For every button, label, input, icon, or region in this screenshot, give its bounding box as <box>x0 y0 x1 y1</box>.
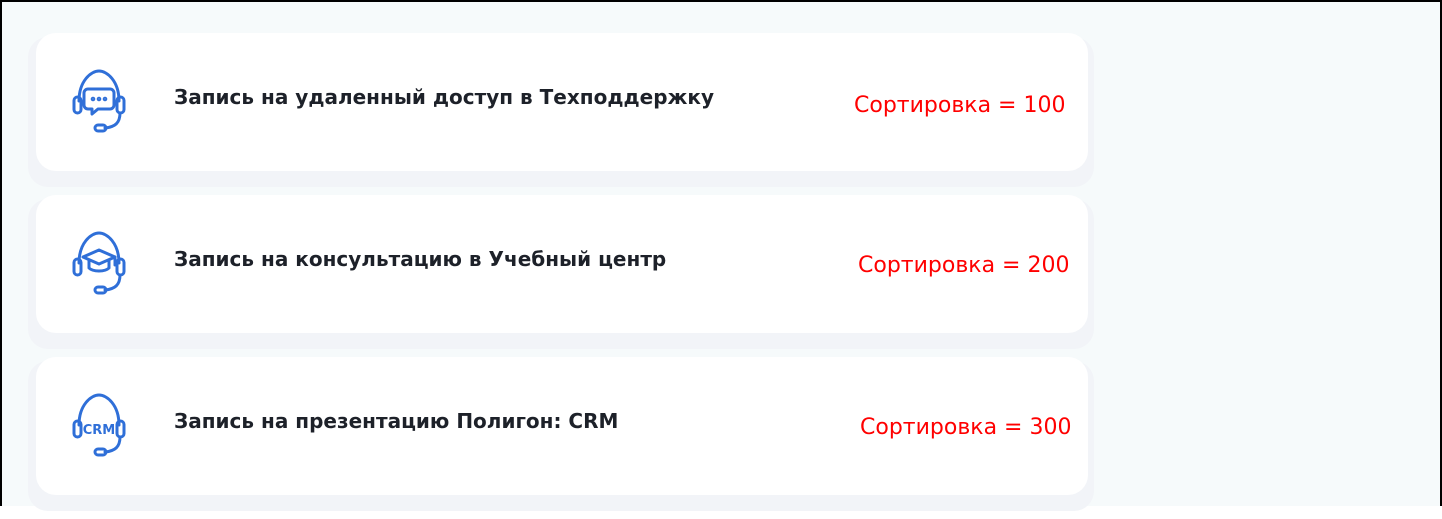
service-list: Запись на удаленный доступ в Техподдержк… <box>28 33 1094 519</box>
page-frame: Запись на удаленный доступ в Техподдержк… <box>0 0 1442 511</box>
service-card-remote-support[interactable]: Запись на удаленный доступ в Техподдержк… <box>36 33 1088 171</box>
headset-chat-icon <box>71 67 127 137</box>
list-item[interactable]: Запись на удаленный доступ в Техподдержк… <box>28 33 1094 187</box>
service-card-crm-presentation[interactable]: CRM Запись на презентацию Полигон: CRM С… <box>36 357 1088 495</box>
sort-label: Сортировка = 200 <box>858 252 1070 278</box>
service-title: Запись на удаленный доступ в Техподдержк… <box>174 85 715 109</box>
service-card-training-center[interactable]: Запись на консультацию в Учебный центр С… <box>36 195 1088 333</box>
service-title: Запись на презентацию Полигон: CRM <box>174 409 619 433</box>
headset-crm-icon: CRM <box>71 391 127 461</box>
sort-label: Сортировка = 100 <box>854 92 1066 118</box>
list-item[interactable]: CRM Запись на презентацию Полигон: CRM С… <box>28 357 1094 511</box>
crm-icon-text: CRM <box>83 423 116 438</box>
sort-label: Сортировка = 300 <box>860 414 1072 440</box>
service-title: Запись на консультацию в Учебный центр <box>174 247 667 271</box>
list-item[interactable]: Запись на консультацию в Учебный центр С… <box>28 195 1094 349</box>
headset-graduation-cap-icon <box>71 229 127 299</box>
